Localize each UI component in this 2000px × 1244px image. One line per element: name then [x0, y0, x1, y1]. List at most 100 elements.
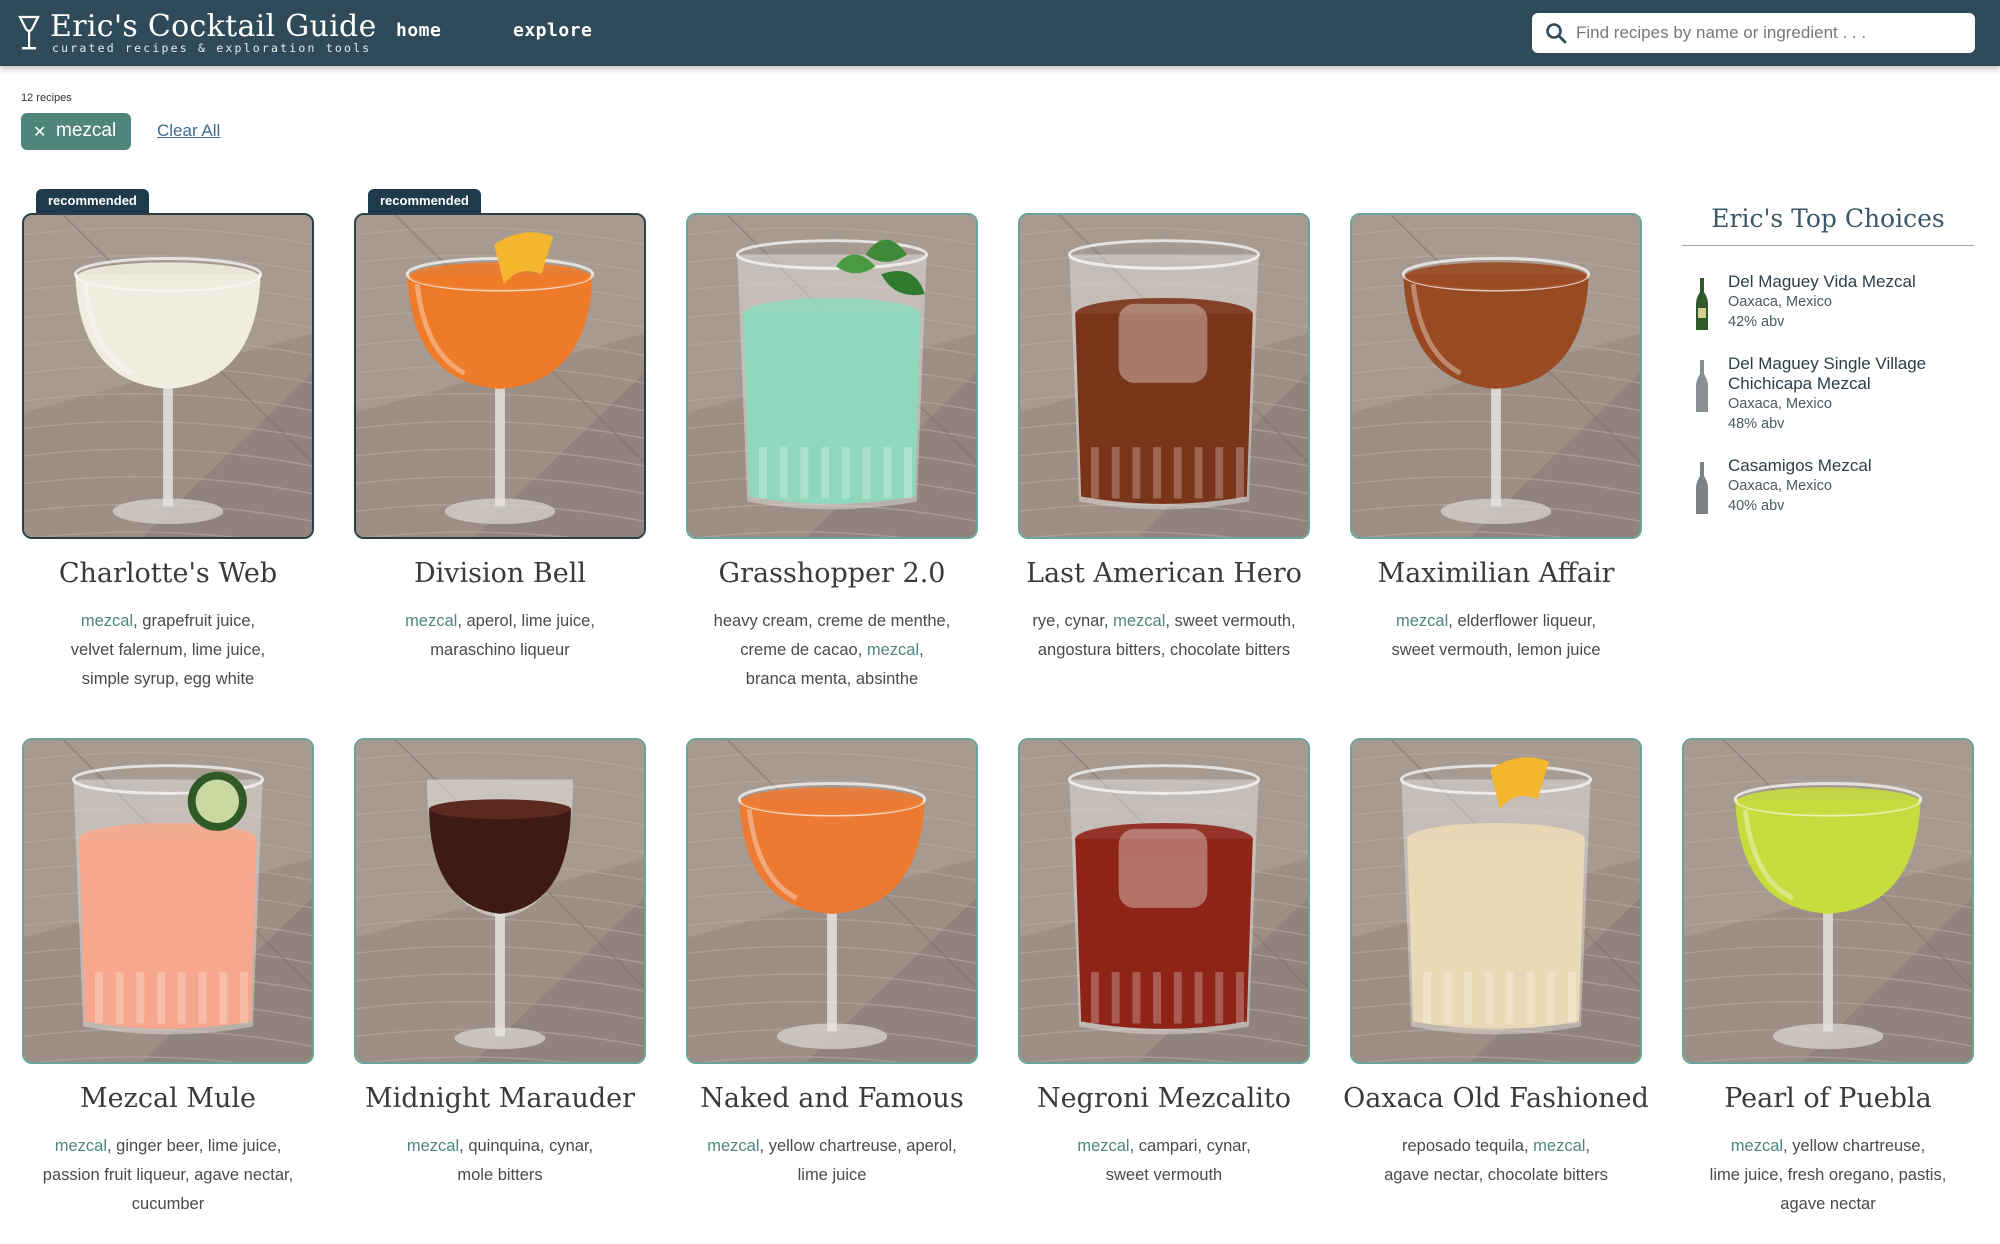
- ingredient: branca menta: [745, 670, 847, 688]
- ingredient-separator: ,: [897, 1137, 907, 1155]
- ingredient-line: heavy cream, creme de menthe,: [664, 607, 1000, 636]
- ingredient-separator: ,: [106, 1137, 117, 1155]
- close-icon[interactable]: ✕: [33, 122, 46, 142]
- ingredient-line: passion fruit liqueur, agave nectar,: [0, 1161, 336, 1190]
- ingredient-separator: ,: [1160, 641, 1170, 659]
- recommended-badge: recommended: [36, 189, 149, 213]
- ingredient: sweet vermouth: [1174, 612, 1291, 630]
- ingredient[interactable]: mezcal: [81, 612, 133, 630]
- ingredient: mole bitters: [457, 1166, 543, 1184]
- ingredient[interactable]: mezcal: [1533, 1137, 1585, 1155]
- choice-origin: Oaxaca, Mexico: [1728, 396, 1832, 412]
- ingredient-list: rye, cynar, mezcal, sweet vermouth, ango…: [996, 607, 1332, 665]
- ingredient: agave nectar: [194, 1166, 289, 1184]
- recipe-photo[interactable]: [354, 738, 646, 1064]
- ingredient-line: rye, cynar, mezcal, sweet vermouth,: [996, 607, 1332, 636]
- ingredient-separator: ,: [808, 612, 818, 630]
- ingredient-line: mezcal, aperol, lime juice,: [332, 607, 668, 636]
- ingredient[interactable]: mezcal: [407, 1137, 459, 1155]
- ingredient-list: mezcal, elderflower liqueur, sweet vermo…: [1328, 607, 1664, 665]
- ingredient[interactable]: mezcal: [867, 641, 919, 659]
- recipe-name[interactable]: Division Bell: [334, 558, 666, 589]
- ingredient-separator: ,: [1523, 1137, 1534, 1155]
- ingredient-separator: ,: [1478, 1166, 1488, 1184]
- recipe-photo[interactable]: [1682, 738, 1974, 1064]
- ingredient-line: mole bitters: [332, 1161, 668, 1190]
- clear-all-link[interactable]: Clear All: [157, 121, 220, 141]
- ingredient[interactable]: mezcal: [1113, 612, 1165, 630]
- ingredient-separator: ,: [1920, 1137, 1926, 1155]
- ingredient-line: branca menta, absinthe: [664, 665, 1000, 694]
- recipe-name[interactable]: Midnight Marauder: [334, 1083, 666, 1114]
- recipe-photo[interactable]: [354, 213, 646, 539]
- recipe-photo[interactable]: [686, 213, 978, 539]
- ingredient: sweet vermouth: [1391, 641, 1508, 659]
- ingredient-separator: ,: [1507, 641, 1518, 659]
- ingredient-line: lime juice: [664, 1161, 1000, 1190]
- ingredient: cynar: [1064, 612, 1104, 630]
- ingredient-line: maraschino liqueur: [332, 636, 668, 665]
- top-choices-sidebar: Eric's Top Choices Del Maguey Vida Mezca…: [1682, 204, 1974, 514]
- recipe-photo[interactable]: [1018, 738, 1310, 1064]
- recipe-photo[interactable]: [686, 738, 978, 1064]
- ingredient: cynar: [549, 1137, 589, 1155]
- ingredient: cucumber: [131, 1195, 205, 1213]
- recipe-name[interactable]: Naked and Famous: [666, 1083, 998, 1114]
- recipe-photo[interactable]: [22, 213, 314, 539]
- choice-name[interactable]: Del Maguey Vida Mezcal: [1728, 272, 1974, 292]
- ingredient: reposado tequila: [1401, 1137, 1524, 1155]
- ingredient: absinthe: [855, 670, 919, 688]
- search-input[interactable]: [1576, 18, 1966, 48]
- ingredient-separator: ,: [512, 612, 522, 630]
- cocktail-glass-icon: [18, 15, 40, 50]
- ingredient-separator: ,: [759, 1137, 769, 1155]
- recipe-photo[interactable]: [1350, 738, 1642, 1064]
- ingredient-separator: ,: [288, 1166, 294, 1184]
- recipe-photo[interactable]: [1350, 213, 1642, 539]
- ingredient[interactable]: mezcal: [1077, 1137, 1129, 1155]
- ingredient: cynar: [1206, 1137, 1247, 1155]
- recipe-name[interactable]: Charlotte's Web: [2, 558, 334, 589]
- ingredient[interactable]: mezcal: [55, 1137, 107, 1155]
- ingredient-line: mezcal, elderflower liqueur,: [1328, 607, 1664, 636]
- active-filter-chip[interactable]: ✕ mezcal: [21, 113, 131, 150]
- choice-name[interactable]: Del Maguey Single Village Chichicapa Mez…: [1728, 354, 1974, 394]
- ingredient: aperol: [906, 1137, 953, 1155]
- choice-name[interactable]: Casamigos Mezcal: [1728, 456, 1974, 476]
- ingredient-separator: ,: [1291, 612, 1296, 630]
- search-icon[interactable]: [1544, 21, 1568, 45]
- ingredient[interactable]: mezcal: [1731, 1137, 1783, 1155]
- ingredient-list: mezcal, ginger beer, lime juice, passion…: [0, 1132, 336, 1219]
- ingredient: lime juice: [797, 1166, 867, 1184]
- nav-home-link[interactable]: home: [396, 20, 441, 41]
- ingredient-line: mezcal, grapefruit juice,: [0, 607, 336, 636]
- ingredient-separator: ,: [1778, 1166, 1788, 1184]
- site-logo[interactable]: Eric's Cocktail Guide curated recipes & …: [18, 10, 376, 58]
- recipe-name[interactable]: Mezcal Mule: [2, 1083, 334, 1114]
- recipe-photo[interactable]: [22, 738, 314, 1064]
- recipe-photo[interactable]: [1018, 213, 1310, 539]
- ingredient: angostura bitters: [1037, 641, 1161, 659]
- ingredient-separator: ,: [250, 612, 256, 630]
- ingredient: agave nectar: [1384, 1166, 1479, 1184]
- ingredient-line: cucumber: [0, 1190, 336, 1219]
- choice-abv: 42% abv: [1728, 314, 1785, 330]
- ingredient-line: velvet falernum, lime juice,: [0, 636, 336, 665]
- ingredient-list: heavy cream, creme de menthe, creme de c…: [664, 607, 1000, 694]
- ingredient-line: agave nectar, chocolate bitters: [1328, 1161, 1664, 1190]
- ingredient[interactable]: mezcal: [405, 612, 457, 630]
- ingredient: agave nectar: [1780, 1195, 1876, 1213]
- recipe-name[interactable]: Pearl of Puebla: [1662, 1083, 1994, 1114]
- recipe-name[interactable]: Maximilian Affair: [1330, 558, 1662, 589]
- recipe-name[interactable]: Oaxaca Old Fashioned: [1330, 1083, 1662, 1114]
- ingredient-line: mezcal, campari, cynar,: [996, 1132, 1332, 1161]
- recipe-name[interactable]: Last American Hero: [998, 558, 1330, 589]
- nav-explore-link[interactable]: explore: [513, 20, 592, 41]
- ingredient-separator: ,: [1783, 1137, 1793, 1155]
- ingredient: egg white: [183, 670, 255, 688]
- recipe-name[interactable]: Negroni Mezcalito: [998, 1083, 1330, 1114]
- recipe-name[interactable]: Grasshopper 2.0: [666, 558, 998, 589]
- ingredient[interactable]: mezcal: [1396, 612, 1448, 630]
- ingredient[interactable]: mezcal: [707, 1137, 759, 1155]
- ingredient-list: mezcal, quinquina, cynar, mole bitters: [332, 1132, 668, 1190]
